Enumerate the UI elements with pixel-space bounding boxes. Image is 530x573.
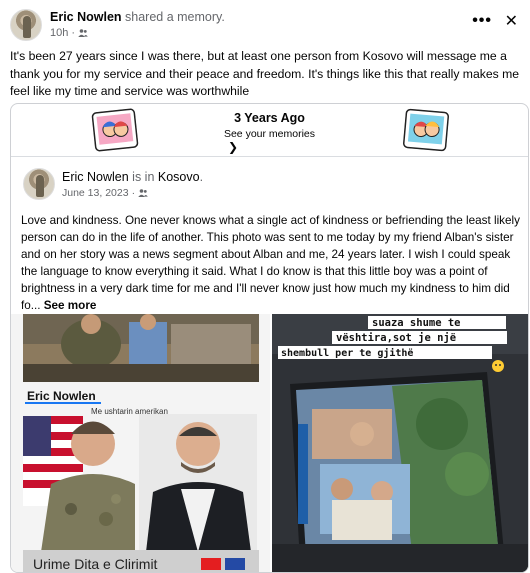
- is-in-label: is in: [132, 170, 155, 184]
- author-action: shared a memory.: [125, 10, 225, 24]
- story-text-line-1: suaza shume te: [372, 317, 461, 329]
- photo-grid: Eric Nowlen Me ushtarin amerikan Urime D…: [11, 314, 528, 572]
- story-text-line-2: vështira,sot je një: [336, 332, 456, 344]
- memory-title: 3 Years Ago: [234, 111, 305, 125]
- inner-post-text: Love and kindness. One never knows what …: [21, 214, 520, 312]
- author-name[interactable]: Eric Nowlen: [50, 10, 122, 24]
- post-time[interactable]: 10h: [50, 27, 68, 39]
- tv-screen-image: suaza shume te vështira,sot je një shemb…: [272, 314, 528, 572]
- collage-bottom-text: Urime Dita e Clirimit: [33, 556, 158, 572]
- shared-memory-post: Eric Nowlen is in Kosovo. June 13, 2023 …: [11, 158, 528, 572]
- story-text-line-3: shembull per te gjithë: [281, 347, 413, 359]
- collage-image: Eric Nowlen Me ushtarin amerikan Urime D…: [11, 314, 270, 572]
- post-header: Eric Nowlen shared a memory. 10h · ••• ✕: [10, 8, 520, 42]
- see-memories-link[interactable]: See your memories: [11, 128, 528, 140]
- close-icon[interactable]: ✕: [505, 11, 518, 31]
- memory-banner[interactable]: 3 Years Ago See your memories ❯: [11, 104, 528, 157]
- inner-author-line: Eric Nowlen is in Kosovo.: [62, 170, 204, 184]
- photo-collage[interactable]: Eric Nowlen Me ushtarin amerikan Urime D…: [11, 314, 270, 572]
- memory-illustration-icon: [403, 108, 449, 152]
- friends-audience-icon[interactable]: [78, 28, 88, 38]
- chevron-right-icon[interactable]: ❯: [228, 140, 238, 154]
- post-meta: 10h ·: [50, 27, 88, 39]
- inner-author-avatar[interactable]: [23, 168, 55, 200]
- collage-name-label: Eric Nowlen: [27, 389, 96, 403]
- inner-post-date[interactable]: June 13, 2023: [62, 187, 129, 199]
- more-options-icon[interactable]: •••: [472, 12, 492, 30]
- inner-author-name[interactable]: Eric Nowlen: [62, 170, 129, 184]
- author-line: Eric Nowlen shared a memory.: [50, 10, 225, 24]
- author-avatar[interactable]: [10, 9, 42, 41]
- inner-post-meta: June 13, 2023 ·: [62, 187, 148, 199]
- friends-audience-icon[interactable]: [138, 188, 148, 198]
- photo-tv-screen[interactable]: suaza shume te vështira,sot je një shemb…: [272, 314, 528, 572]
- see-more-link[interactable]: See more: [44, 299, 97, 312]
- memory-card: 3 Years Ago See your memories ❯ Eric Now…: [10, 103, 529, 573]
- location-link[interactable]: Kosovo: [158, 170, 200, 184]
- post-text: It's been 27 years since I was there, bu…: [10, 49, 520, 98]
